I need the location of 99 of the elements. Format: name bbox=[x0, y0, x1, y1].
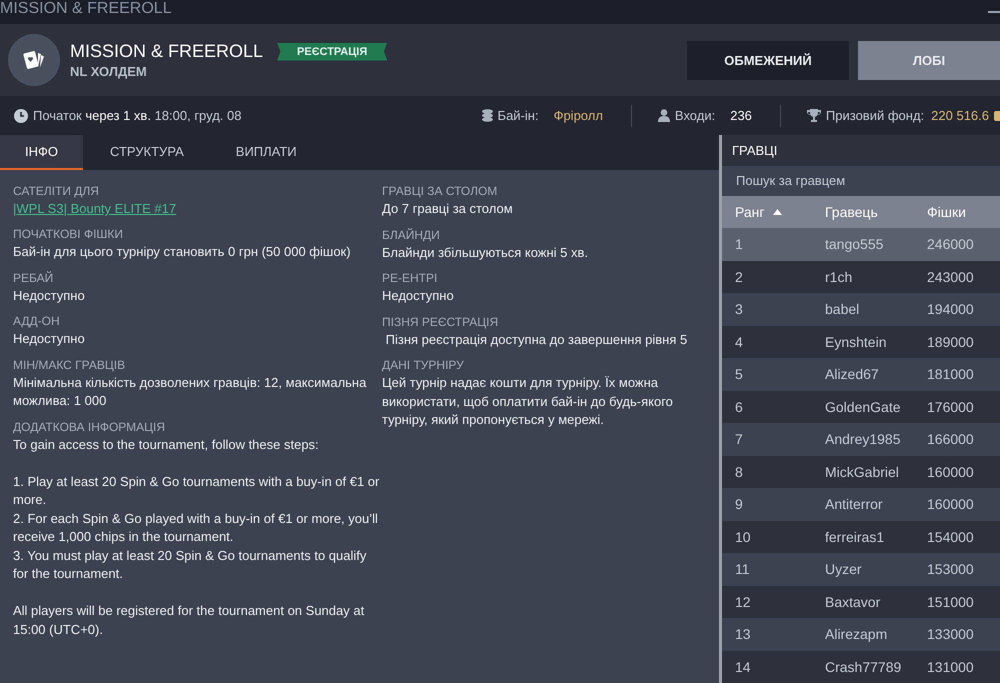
rank-cell-text: 7 bbox=[735, 431, 744, 448]
chips-cell-text: 153000 bbox=[927, 561, 975, 578]
tab[interactable]: ВИПЛАТИ bbox=[210, 135, 322, 170]
column-header[interactable]: Гравець bbox=[825, 204, 927, 220]
rank-cell-text: 6 bbox=[735, 398, 744, 415]
section-label: ГРАВЦІ ЗА СТОЛОМ bbox=[382, 183, 498, 200]
tournament-title: MISSION & FREEROLL bbox=[70, 41, 264, 62]
rank-cell-text: 13 bbox=[735, 626, 752, 642]
player-name-cell-text: Antiterror bbox=[825, 496, 884, 512]
section-value: До 7 гравці за столом bbox=[382, 200, 514, 218]
chips-cell-text: 151000 bbox=[927, 594, 975, 610]
section-value: Мінімальна кількість дозволених гравців: 12, максимальна можлива: 1 000 bbox=[13, 374, 368, 410]
column-header[interactable]: Ранг bbox=[735, 204, 825, 220]
player-row[interactable]: 3 babel 194000 bbox=[722, 293, 1000, 326]
rank-cell-text: 1 bbox=[735, 236, 744, 252]
player-name-cell-text: Eynshtein bbox=[825, 334, 888, 350]
player-row[interactable]: 13 Alirezapm 133000 bbox=[722, 618, 1000, 650]
section-label: БЛАЙНДИ bbox=[382, 226, 441, 244]
section-value: Недоступно bbox=[13, 330, 86, 348]
chips-cell-text: 131000 bbox=[927, 658, 975, 675]
chips-cell-text: 194000 bbox=[927, 301, 975, 318]
player-name-cell-text: Andrey1985 bbox=[825, 431, 902, 448]
section-value: Цей турнір надає кошти для турніру. Їх можна використати, щоб оплатити бай-ін до будь-якого турніру, який пропонується у мережі. bbox=[382, 374, 674, 429]
status-ribbon: РЕЄСТРАЦІЯ bbox=[277, 42, 388, 60]
section-label: АДД-ОН bbox=[13, 313, 61, 330]
rank-cell-text: 3 bbox=[735, 301, 744, 318]
player-name-cell-text: babel bbox=[825, 301, 860, 318]
chips-cell-text: 160000 bbox=[927, 496, 975, 512]
section-value: Пізня реєстрація доступна до завершення рівня 5 bbox=[384, 330, 688, 349]
tab[interactable]: СТРУКТУРА bbox=[85, 135, 209, 170]
section-value: Бай-ін для цього турніру становить 0 грн (50 000 фішок) bbox=[13, 243, 352, 261]
header-button[interactable]: ЛОБІ bbox=[858, 40, 1000, 80]
section-value: To gain access to the tournament, follow these steps: 1. Play at least 20 Spin & Go tournaments with a buy-in of €1 or more. 2. For each Spin & Go played with a buy-in of €1 or more, you’ll receive 1,000 chips in the tournament. 3. You must play at least 20 Spin & Go tournaments to qualify for the tournament. All players will be registered for the tournament on Sunday at 15:00 (UTC+0). bbox=[13, 436, 380, 639]
section-label: РЕ-ЕНТРІ bbox=[382, 270, 438, 287]
rank-cell-text: 10 bbox=[735, 528, 752, 545]
clock-icon bbox=[14, 108, 28, 122]
entries-value: 236 bbox=[730, 108, 752, 123]
section-value: Блайнди збільшуються кожні 5 хв. bbox=[382, 244, 590, 262]
player-name-cell-text: Alized67 bbox=[825, 366, 880, 382]
section-label: ДОДАТКОВА ІНФОРМАЦІЯ bbox=[13, 418, 166, 436]
player-search-field[interactable]: Пошук за гравцем bbox=[722, 166, 1000, 196]
player-row[interactable]: 11 Uyzer 153000 bbox=[722, 553, 1000, 586]
section-value: Недоступно bbox=[382, 287, 455, 305]
rank-cell-text: 2 bbox=[735, 268, 744, 285]
trophy-icon bbox=[806, 109, 821, 122]
prize-value: 220 516.6 bbox=[931, 108, 989, 123]
game-type: NL ХОЛДЕМ bbox=[70, 64, 148, 79]
player-name-cell-text: Baxtavor bbox=[825, 594, 882, 610]
section-value: Недоступно bbox=[13, 286, 86, 305]
chips-cell-text: 246000 bbox=[927, 236, 975, 252]
chips-cell-text: 176000 bbox=[927, 398, 975, 415]
buyin-value: Фріролл bbox=[554, 108, 603, 123]
chips-cell-text: 181000 bbox=[927, 366, 975, 382]
player-name-cell-text: Alirezapm bbox=[825, 626, 888, 642]
player-name-cell-text: tango555 bbox=[825, 236, 884, 252]
section-label: ПОЧАТКОВІ ФІШКИ bbox=[13, 226, 124, 243]
cards-icon bbox=[22, 49, 46, 71]
player-name-cell-text: ferreiras1 bbox=[825, 528, 886, 545]
buyin-label: Бай-ін: bbox=[498, 108, 539, 123]
player-row[interactable]: 1 tango555 246000 bbox=[722, 228, 1000, 260]
chips-cell-text: 133000 bbox=[927, 626, 975, 642]
section-label: ДАНІ ТУРНІРУ bbox=[382, 357, 465, 374]
rank-cell-text: 9 bbox=[735, 496, 744, 512]
entries-label: Входи: bbox=[674, 108, 716, 123]
player-name-cell-text: r1ch bbox=[825, 268, 854, 285]
sort-up-icon bbox=[772, 208, 782, 215]
rank-cell-text: 4 bbox=[735, 334, 744, 350]
window-title: MISSION & FREEROLL bbox=[0, 0, 172, 18]
player-name-cell-text: MickGabriel bbox=[825, 464, 900, 480]
rank-cell-text: 11 bbox=[735, 561, 751, 578]
player-row[interactable]: 5 Alized67 181000 bbox=[722, 358, 1000, 390]
section-label: САТЕЛІТИ ДЛЯ bbox=[13, 183, 100, 200]
player-name-cell-text: Crash77789 bbox=[825, 658, 902, 675]
tab[interactable]: ІНФО bbox=[0, 135, 83, 170]
coin-icon bbox=[994, 110, 1000, 122]
chips-cell-text: 166000 bbox=[927, 431, 975, 448]
rank-cell-text: 8 bbox=[735, 464, 744, 480]
chips-cell-text: 154000 bbox=[927, 528, 975, 545]
tournament-link[interactable]: |WPL S3| Bounty ELITE #17 bbox=[13, 201, 176, 216]
rank-cell-text: 5 bbox=[735, 366, 744, 382]
start-time: Початок через 1 хв. 18:00, груд. 08 bbox=[33, 108, 242, 123]
header-button[interactable]: ОБМЕЖЕНИЙ bbox=[687, 40, 849, 80]
column-header[interactable]: Фішки bbox=[927, 204, 1000, 220]
chips-cell-text: 189000 bbox=[927, 334, 975, 350]
coins-icon bbox=[482, 109, 493, 122]
person-icon bbox=[658, 109, 670, 122]
section-label: РЕБАЙ bbox=[13, 270, 54, 286]
minimize-icon[interactable] bbox=[988, 11, 1000, 13]
section-label: ПІЗНЯ РЕЄСТРАЦІЯ bbox=[382, 314, 500, 330]
player-name-cell-text: GoldenGate bbox=[825, 398, 902, 415]
section-label: МІН/МАКС ГРАВЦІВ bbox=[13, 356, 126, 374]
player-row[interactable]: 9 Antiterror 160000 bbox=[722, 488, 1000, 520]
rank-cell-text: 12 bbox=[735, 594, 752, 610]
prize-label: Призовий фонд: bbox=[826, 108, 924, 123]
rank-cell-text: 14 bbox=[735, 658, 752, 675]
player-name-cell-text: Uyzer bbox=[825, 561, 863, 578]
chips-cell-text: 243000 bbox=[927, 268, 975, 285]
chips-cell-text: 160000 bbox=[927, 464, 975, 480]
player-row[interactable]: 7 Andrey1985 166000 bbox=[722, 423, 1000, 456]
